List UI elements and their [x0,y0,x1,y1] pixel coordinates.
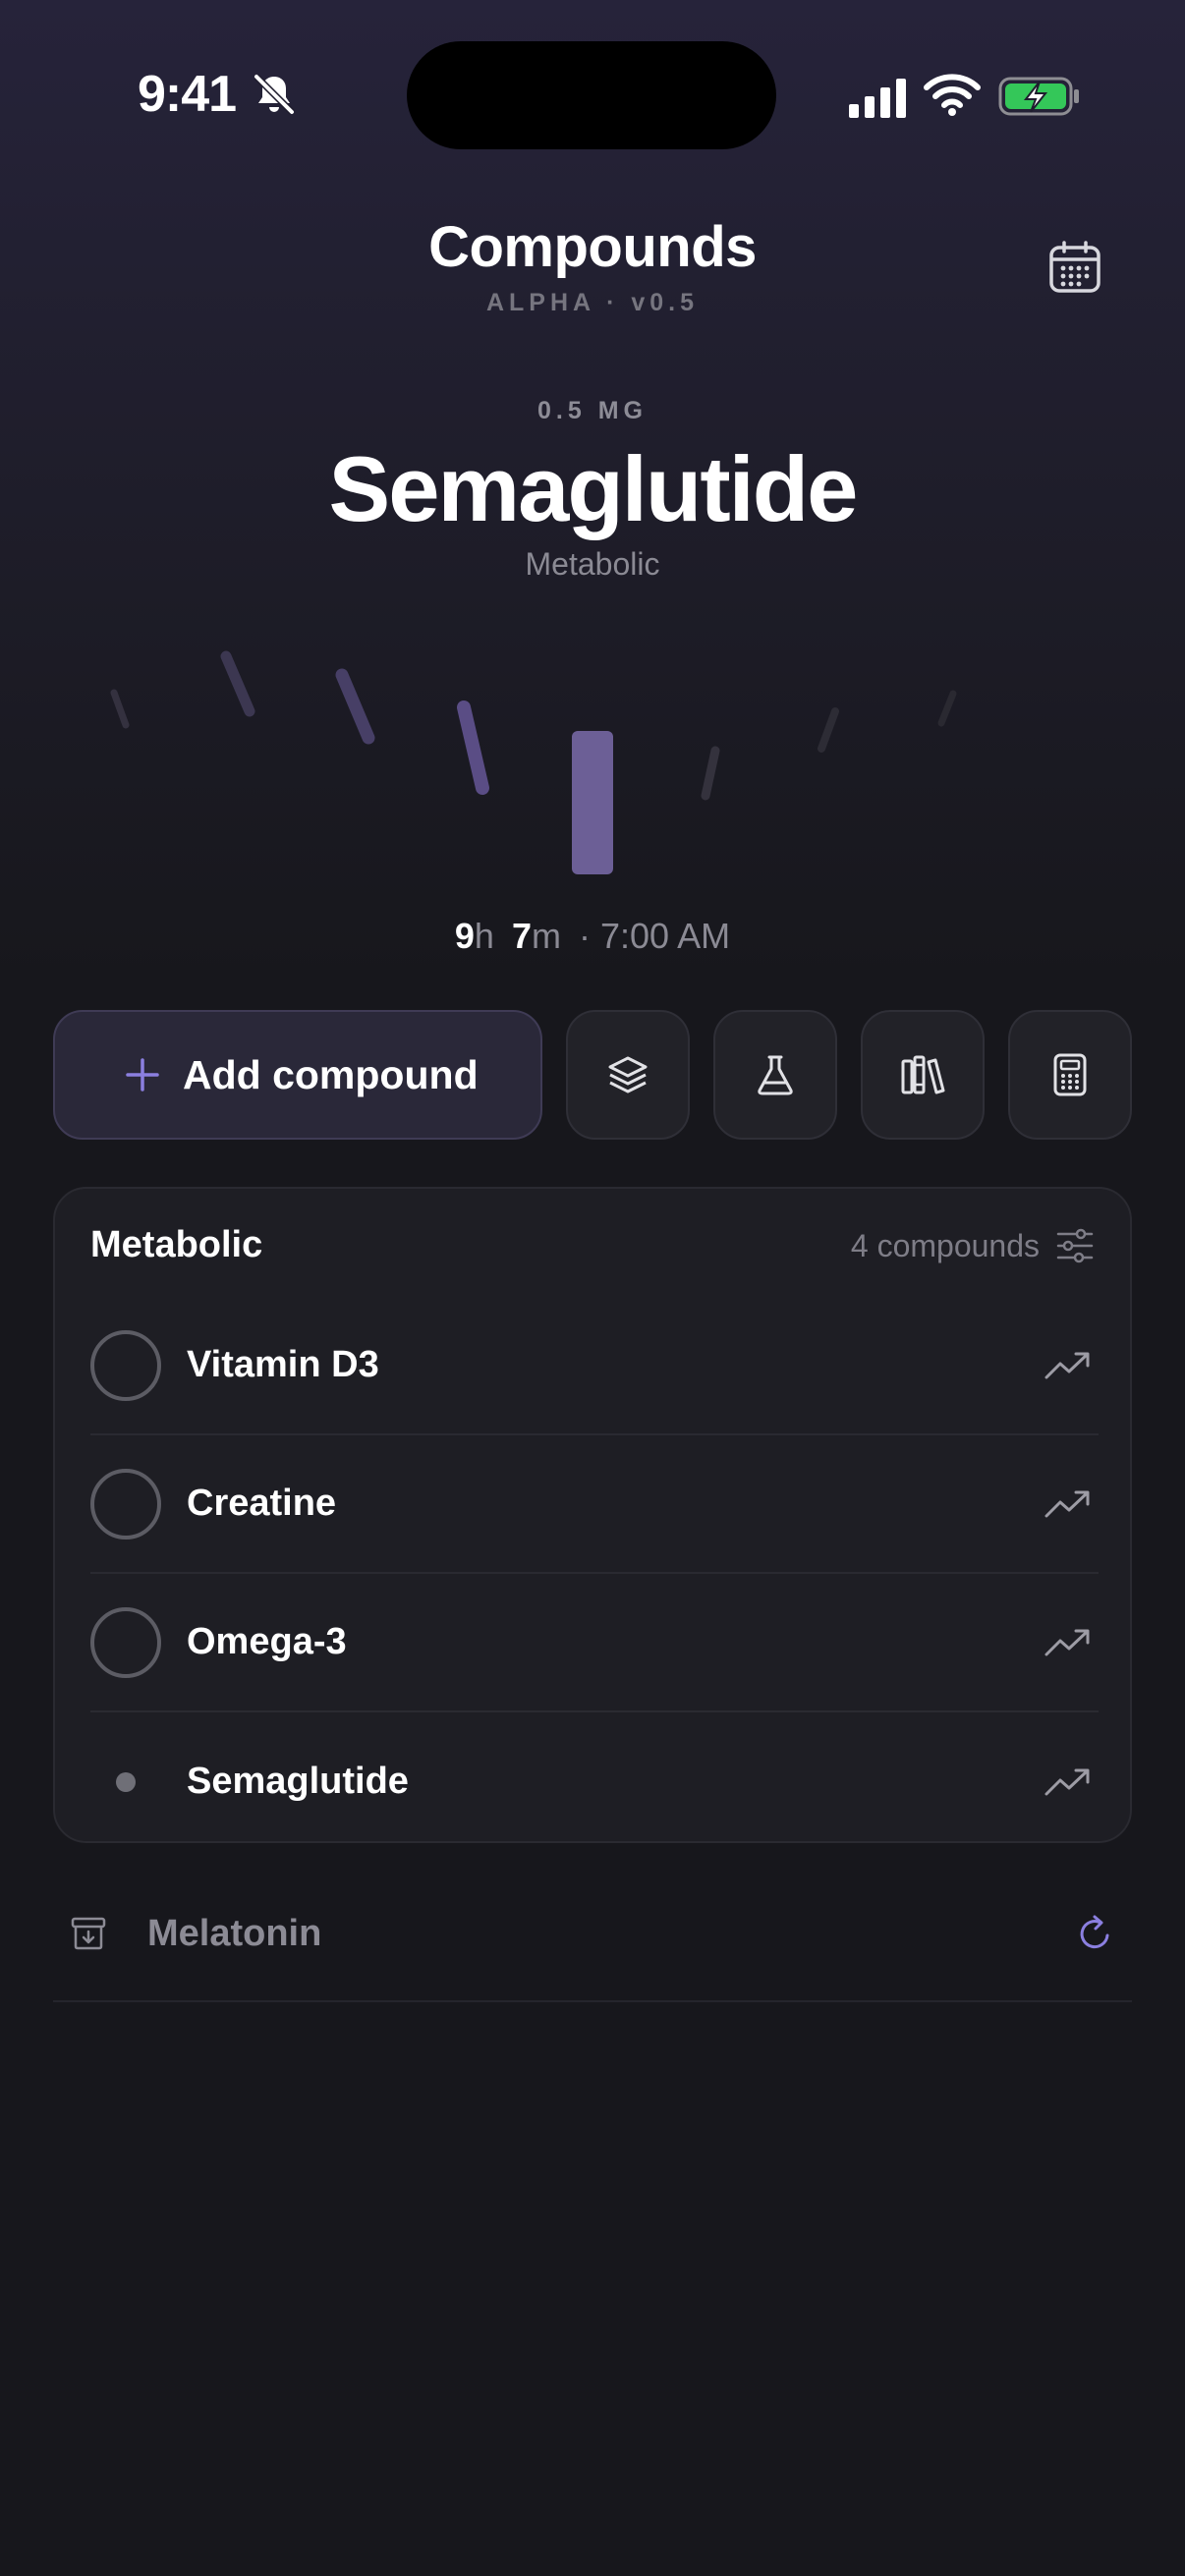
dial-tick [457,700,489,795]
compound-row-vitamin-d3[interactable]: Vitamin D3 [90,1297,1099,1435]
dynamic-island [407,41,776,149]
calendar-button[interactable] [1040,232,1110,303]
dose-checkbox[interactable] [90,1606,161,1678]
calculator-button[interactable] [1008,1010,1132,1140]
compound-row-omega-3[interactable]: Omega-3 [90,1574,1099,1712]
dial-tick [110,689,130,729]
compound-row-semaglutide[interactable]: Semaglutide [90,1712,1099,1851]
dial-tick [937,690,957,727]
dial-tick [220,650,255,717]
dose-label: 0.5 MG [537,397,648,424]
countdown-minutes: 7 [511,916,532,956]
next-dose-countdown: 9h 7m · 7:00 AM [454,916,731,956]
status-time: 9:41 [138,66,237,123]
wifi-icon [924,74,981,116]
plus-icon [126,1058,159,1092]
compound-row-creatine[interactable]: Creatine [90,1435,1099,1574]
library-icon [901,1055,945,1094]
countdown-hours: 9 [454,916,475,956]
stacks-button[interactable] [566,1010,690,1140]
calendar-icon [1049,241,1100,293]
group-title: Metabolic [90,1224,263,1265]
cellular-signal-icon [849,79,906,118]
trend-up-icon[interactable] [1044,1623,1091,1662]
current-compound-category: Metabolic [525,546,660,582]
lab-button[interactable] [713,1010,837,1140]
sliders-icon[interactable] [1055,1226,1095,1265]
bell-muted-icon [254,74,295,115]
page-title: Compounds [428,215,757,279]
layers-icon [608,1056,648,1093]
library-button[interactable] [861,1010,985,1140]
add-compound-label: Add compound [183,1051,479,1097]
compounds-screen: 9:41 Compounds ALPHA · v0.5 0.5 MG Semag… [0,0,1185,2576]
compound-name: Omega-3 [187,1621,347,1662]
dial-tick [701,746,720,801]
compound-name: Creatine [187,1483,337,1524]
add-compound-button[interactable]: Add compound [53,1010,542,1140]
archived-compound-name: Melatonin [147,1912,322,1954]
current-compound-name: Semaglutide [328,437,859,540]
trend-up-icon[interactable] [1044,1484,1091,1524]
active-indicator [90,1747,161,1818]
flask-icon [758,1055,793,1095]
dose-checkbox[interactable] [90,1329,161,1401]
dose-checkbox[interactable] [90,1468,161,1540]
restore-icon[interactable] [1073,1912,1116,1955]
group-count: 4 compounds [850,1228,1040,1263]
archive-icon [71,1917,106,1950]
dial-tick [335,668,375,745]
calculator-icon [1053,1053,1087,1096]
compound-group-card: Metabolic 4 compounds Vitamin D3 Creatin… [53,1187,1132,1843]
battery-charging-icon [998,77,1079,116]
archived-compound-row[interactable]: Melatonin [53,1867,1132,2002]
compound-name: Vitamin D3 [187,1344,379,1385]
dial-current-marker [572,731,613,874]
dose-timing-dial [110,650,957,874]
trend-up-icon[interactable] [1044,1346,1091,1385]
dial-tick [818,707,839,753]
trend-up-icon[interactable] [1044,1763,1091,1802]
active-dot [116,1771,136,1792]
compound-name: Semaglutide [187,1761,409,1802]
version-label: ALPHA · v0.5 [485,289,700,316]
compound-list: Vitamin D3 Creatine Omega-3 Semaglutide [90,1297,1099,1851]
next-dose-time: · 7:00 AM [579,916,731,956]
